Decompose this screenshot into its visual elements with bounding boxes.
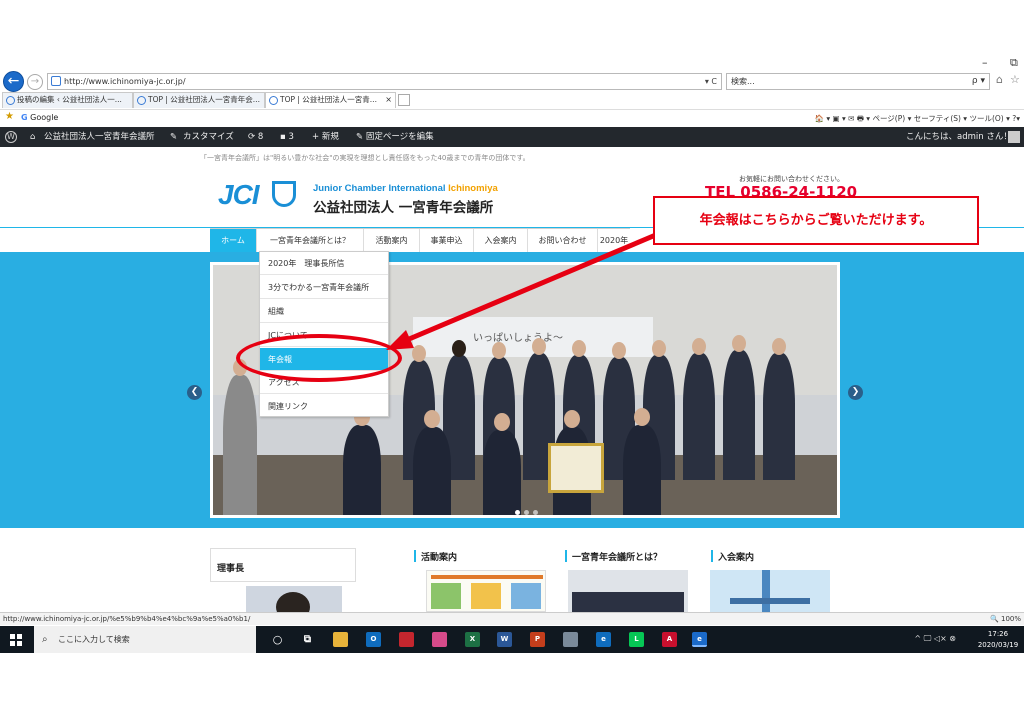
tab-label: 投稿の編集 ‹ 公益社団法人一... <box>17 95 122 104</box>
wp-greeting[interactable]: こんにちは、admin さん！ <box>906 127 1012 147</box>
slider-dots[interactable] <box>515 508 542 517</box>
favorite-google[interactable]: G Google <box>21 113 58 122</box>
address-row: ← → http://www.ichinomiya-jc.or.jp/ ▾ C … <box>0 70 1024 92</box>
updates-icon[interactable]: ⟳ 8 <box>248 127 263 147</box>
slider-next-button[interactable]: ❯ <box>848 385 863 400</box>
wp-admin-bar: W ⌂ 公益社団法人一宮青年会議所 ✎ カスタマイズ ⟳ 8 ▪ 3 + 新規 … <box>0 127 1024 147</box>
wordpress-logo-icon[interactable]: W <box>5 131 17 143</box>
system-tray[interactable]: ^ 🖵 ◁× ⊗ <box>914 634 956 644</box>
restore-button[interactable]: ⧉ <box>1010 56 1018 70</box>
annotation-callout: 年会報はこちらからご覧いただけます。 <box>653 196 979 245</box>
site-logo[interactable]: JCI <box>218 179 260 211</box>
section-accent <box>565 550 567 562</box>
clock-date: 2020/03/19 <box>977 641 1019 649</box>
acrobat-icon[interactable]: A <box>662 632 677 647</box>
tab-label: TOP | 公益社団法人一宮青... <box>280 95 377 104</box>
back-button[interactable]: ← <box>3 71 24 92</box>
wp-new-button[interactable]: + 新規 <box>312 127 339 147</box>
section-title[interactable]: 一宮青年会議所とは？ <box>572 550 662 563</box>
about-thumbnail[interactable] <box>568 570 688 612</box>
section-title: 理事長 <box>217 564 245 574</box>
tab-edit-post[interactable]: 投稿の編集 ‹ 公益社団法人一... <box>2 92 133 108</box>
minimize-button[interactable]: – <box>982 56 988 69</box>
app-icon-red[interactable] <box>399 632 414 647</box>
tab-top-1[interactable]: TOP | 公益社団法人一宮青年会... <box>133 92 265 108</box>
clock-time: 17:26 <box>987 630 1009 638</box>
section-title[interactable]: 入会案内 <box>718 550 754 563</box>
section-accent <box>711 550 713 562</box>
tab-top-active[interactable]: TOP | 公益社団法人一宮青... × <box>265 92 396 108</box>
site-tagline: 「一宮青年会議所」は"明るい豊かな社会"の実現を理想とし責任感をもった40歳まで… <box>200 154 530 162</box>
url-text: http://www.ichinomiya-jc.or.jp/ <box>64 77 186 86</box>
tab-strip: 投稿の編集 ‹ 公益社団法人一... TOP | 公益社団法人一宮青年会... … <box>0 92 1024 108</box>
wp-edit-page[interactable]: ✎ 固定ページを編集 <box>356 127 434 147</box>
highlight-ring <box>236 334 402 382</box>
join-thumbnail[interactable] <box>710 570 830 612</box>
forward-button[interactable]: → <box>27 74 43 90</box>
search-input[interactable]: 検索... ρ ▾ <box>726 73 990 90</box>
certificate <box>548 443 604 493</box>
section-accent <box>414 550 416 562</box>
menu-item-organization[interactable]: 組織 <box>260 300 388 323</box>
dashboard-icon: ⌂ <box>30 132 36 142</box>
outlook-icon[interactable]: O <box>366 632 381 647</box>
windows-taskbar: ⌕ ここに入力して検索 ○ ⧉ O X W P e L A e ^ 🖵 ◁× ⊗… <box>0 626 1024 653</box>
clock[interactable]: 17:26 2020/03/19 <box>976 629 1020 651</box>
avatar[interactable] <box>1008 131 1020 143</box>
tab-label: TOP | 公益社団法人一宮青年会... <box>148 95 260 104</box>
chairman-photo[interactable] <box>246 586 342 612</box>
ie-page-icon <box>137 96 146 105</box>
slider-prev-button[interactable]: ❮ <box>187 385 202 400</box>
ie-page-icon <box>269 96 278 105</box>
taskbar-search[interactable]: ⌕ ここに入力して検索 <box>34 626 256 653</box>
logo-japanese: 公益社団法人 一宮青年会議所 <box>313 200 494 216</box>
edge-icon[interactable]: e <box>596 632 611 647</box>
excel-icon[interactable]: X <box>465 632 480 647</box>
address-bar[interactable]: http://www.ichinomiya-jc.or.jp/ ▾ C <box>47 73 722 90</box>
menu-item-policy[interactable]: 2020年 理事長所信 <box>260 252 388 275</box>
brush-icon: ✎ <box>170 132 178 142</box>
internet-explorer-icon[interactable]: e <box>692 632 707 647</box>
favorites-bar: ★ G Google 🏠 ▾ ▣ ▾ ✉ 🖶 ▾ ページ(P) ▾ セーフティ(… <box>0 109 1024 126</box>
line-icon[interactable]: L <box>629 632 644 647</box>
favorites-icon[interactable]: ★ <box>5 111 14 122</box>
search-icon: ⌕ <box>42 634 48 645</box>
comments-icon[interactable]: ▪ 3 <box>280 127 294 147</box>
ie-page-icon <box>6 96 15 105</box>
task-view-icon[interactable]: ⧉ <box>300 632 315 647</box>
status-link: http://www.ichinomiya-jc.or.jp/%e5%b9%b4… <box>3 615 251 623</box>
chairman-box: 理事長 <box>210 548 356 582</box>
annotation-arrow <box>386 231 659 350</box>
home-icon[interactable]: ⌂ <box>996 73 1003 86</box>
start-button[interactable] <box>10 634 22 646</box>
jci-emblem-icon <box>272 181 296 207</box>
menu-item-3min[interactable]: 3分でわかる一宮青年会議所 <box>260 276 388 299</box>
cortana-icon[interactable]: ○ <box>270 632 285 647</box>
zoom-level[interactable]: 🔍 100% <box>990 613 1021 625</box>
search-icon[interactable]: ρ ▾ <box>972 74 985 89</box>
wp-customize[interactable]: カスタマイズ <box>183 127 234 147</box>
file-explorer-icon[interactable] <box>333 632 348 647</box>
page-icon <box>51 76 61 86</box>
activities-thumbnail[interactable] <box>426 570 546 612</box>
word-icon[interactable]: W <box>497 632 512 647</box>
favorites-star-icon[interactable]: ☆ <box>1010 73 1020 86</box>
close-tab-icon[interactable]: × <box>385 93 392 107</box>
refresh-button[interactable]: ▾ C <box>705 74 717 89</box>
new-tab-button[interactable] <box>398 94 410 106</box>
status-bar: http://www.ichinomiya-jc.or.jp/%e5%b9%b4… <box>0 612 1024 625</box>
nav-home[interactable]: ホーム <box>210 229 257 252</box>
menu-item-links[interactable]: 関連リンク <box>260 395 388 418</box>
nav-about[interactable]: 一宮青年会議所とは？ <box>257 229 364 252</box>
app-icon-pink[interactable] <box>432 632 447 647</box>
section-title[interactable]: 活動案内 <box>421 550 457 563</box>
logo-english: Junior Chamber International Ichinomiya <box>313 183 498 194</box>
app-icon-gray[interactable] <box>563 632 578 647</box>
search-placeholder: 検索... <box>731 77 755 86</box>
taskbar-search-placeholder: ここに入力して検索 <box>58 635 130 644</box>
wp-site-name[interactable]: 公益社団法人一宮青年会議所 <box>44 127 155 147</box>
powerpoint-icon[interactable]: P <box>530 632 545 647</box>
command-bar[interactable]: 🏠 ▾ ▣ ▾ ✉ 🖶 ▾ ページ(P) ▾ セーフティ(S) ▾ ツール(O)… <box>815 113 1020 126</box>
